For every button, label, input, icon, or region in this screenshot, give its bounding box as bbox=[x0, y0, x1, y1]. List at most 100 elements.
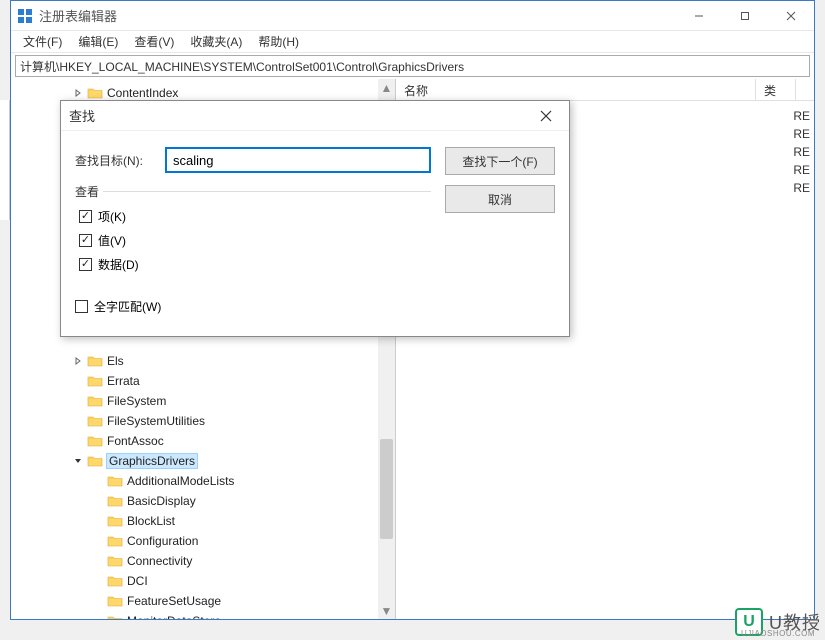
tree-item[interactable]: FileSystem bbox=[11, 391, 395, 411]
tree-label: Els bbox=[107, 354, 124, 368]
menu-favorites[interactable]: 收藏夹(A) bbox=[184, 31, 248, 52]
watermark: U U教授 UJIAOSHOU.COM bbox=[735, 608, 821, 636]
tree-label: FileSystem bbox=[107, 394, 166, 408]
col-name[interactable]: 名称 bbox=[396, 79, 756, 100]
tree-spacer bbox=[91, 474, 105, 488]
find-next-button[interactable]: 查找下一个(F) bbox=[445, 147, 555, 175]
checkbox-data-label: 数据(D) bbox=[98, 256, 139, 273]
app-icon bbox=[17, 8, 33, 24]
tree-item[interactable]: Connectivity bbox=[11, 551, 395, 571]
folder-icon bbox=[87, 454, 103, 468]
tree-item[interactable]: DCI bbox=[11, 571, 395, 591]
cancel-button[interactable]: 取消 bbox=[445, 185, 555, 213]
tree-item[interactable]: MonitorDataStore bbox=[11, 611, 395, 619]
menubar: 文件(F) 编辑(E) 查看(V) 收藏夹(A) 帮助(H) bbox=[11, 31, 814, 53]
menu-file[interactable]: 文件(F) bbox=[17, 31, 68, 52]
find-target-input[interactable] bbox=[165, 147, 431, 173]
tree-spacer bbox=[91, 494, 105, 508]
chevron-right-icon[interactable] bbox=[71, 354, 85, 368]
tree-item[interactable]: AdditionalModeLists bbox=[11, 471, 395, 491]
checkbox-data-row[interactable]: 数据(D) bbox=[79, 252, 427, 276]
dialog-titlebar[interactable]: 查找 bbox=[61, 101, 569, 131]
type-cell-partial: RE bbox=[793, 181, 810, 199]
maximize-button[interactable] bbox=[722, 1, 768, 31]
tree-item[interactable]: BasicDisplay bbox=[11, 491, 395, 511]
tree-item[interactable]: Configuration bbox=[11, 531, 395, 551]
titlebar: 注册表编辑器 bbox=[11, 1, 814, 31]
tree-label: BasicDisplay bbox=[127, 494, 196, 508]
tree-label: DCI bbox=[127, 574, 148, 588]
find-dialog: 查找 查找目标(N): 项(K) 值(V) 数据(D bbox=[60, 100, 570, 337]
window-title: 注册表编辑器 bbox=[39, 6, 117, 25]
folder-icon bbox=[107, 574, 123, 588]
folder-icon bbox=[107, 534, 123, 548]
folder-icon bbox=[87, 86, 103, 100]
scroll-up-arrow[interactable]: ▲ bbox=[378, 79, 395, 96]
menu-edit[interactable]: 编辑(E) bbox=[72, 31, 124, 52]
column-header: 名称 类 bbox=[396, 79, 814, 101]
tree-spacer bbox=[71, 374, 85, 388]
watermark-sub: UJIAOSHOU.COM bbox=[741, 629, 815, 638]
tree-label: BlockList bbox=[127, 514, 175, 528]
tree-item[interactable]: FontAssoc bbox=[11, 431, 395, 451]
look-at-group: 项(K) 值(V) 数据(D) bbox=[75, 191, 431, 282]
tree-item[interactable]: GraphicsDrivers bbox=[11, 451, 395, 471]
tree-label: ContentIndex bbox=[107, 86, 178, 100]
checkbox-values-row[interactable]: 值(V) bbox=[79, 228, 427, 252]
scroll-down-arrow[interactable]: ▼ bbox=[378, 602, 395, 619]
tree-label: GraphicsDrivers bbox=[107, 454, 197, 468]
checkbox-wholeword-row[interactable]: 全字匹配(W) bbox=[75, 294, 431, 318]
col-type[interactable]: 类 bbox=[756, 79, 796, 100]
checkbox-values[interactable] bbox=[79, 234, 92, 247]
checkbox-wholeword[interactable] bbox=[75, 300, 88, 313]
tree-label: Errata bbox=[107, 374, 140, 388]
checkbox-keys-label: 项(K) bbox=[98, 208, 126, 225]
folder-icon bbox=[107, 614, 123, 619]
tree-spacer bbox=[71, 434, 85, 448]
tree-item[interactable]: FeatureSetUsage bbox=[11, 591, 395, 611]
chevron-down-icon[interactable] bbox=[71, 454, 85, 468]
tree-spacer bbox=[91, 514, 105, 528]
address-bar[interactable]: 计算机\HKEY_LOCAL_MACHINE\SYSTEM\ControlSet… bbox=[15, 55, 810, 77]
dialog-close-button[interactable] bbox=[531, 101, 561, 131]
tree-item[interactable]: Errata bbox=[11, 371, 395, 391]
folder-icon bbox=[107, 474, 123, 488]
folder-icon bbox=[87, 374, 103, 388]
checkbox-keys-row[interactable]: 项(K) bbox=[79, 204, 427, 228]
minimize-button[interactable] bbox=[676, 1, 722, 31]
tree-label: AdditionalModeLists bbox=[127, 474, 234, 488]
chevron-right-icon[interactable] bbox=[71, 86, 85, 100]
tree-label: Connectivity bbox=[127, 554, 192, 568]
folder-icon bbox=[107, 554, 123, 568]
tree-item[interactable]: BlockList bbox=[11, 511, 395, 531]
dialog-title: 查找 bbox=[69, 106, 95, 125]
tree-spacer bbox=[91, 614, 105, 619]
type-cell-partial: RE bbox=[793, 127, 810, 145]
folder-icon bbox=[87, 434, 103, 448]
folder-icon bbox=[87, 414, 103, 428]
type-cell-partial: RE bbox=[793, 163, 810, 181]
tree-spacer bbox=[91, 534, 105, 548]
tree-item[interactable]: Els bbox=[11, 351, 395, 371]
close-button[interactable] bbox=[768, 1, 814, 31]
tree-spacer bbox=[91, 574, 105, 588]
tree-label: Configuration bbox=[127, 534, 198, 548]
type-cell-partial: RE bbox=[793, 109, 810, 127]
folder-icon bbox=[87, 354, 103, 368]
tree-item[interactable]: FileSystemUtilities bbox=[11, 411, 395, 431]
folder-icon bbox=[107, 494, 123, 508]
checkbox-keys[interactable] bbox=[79, 210, 92, 223]
tree-spacer bbox=[91, 554, 105, 568]
tree-spacer bbox=[91, 594, 105, 608]
tree-spacer bbox=[71, 414, 85, 428]
checkbox-data[interactable] bbox=[79, 258, 92, 271]
tree-label: FileSystemUtilities bbox=[107, 414, 205, 428]
tree-label: FontAssoc bbox=[107, 434, 164, 448]
tree-label: FeatureSetUsage bbox=[127, 594, 221, 608]
menu-help[interactable]: 帮助(H) bbox=[252, 31, 305, 52]
checkbox-values-label: 值(V) bbox=[98, 232, 126, 249]
scroll-thumb[interactable] bbox=[380, 439, 393, 539]
type-cell-partial: RE bbox=[793, 145, 810, 163]
folder-icon bbox=[107, 514, 123, 528]
menu-view[interactable]: 查看(V) bbox=[128, 31, 180, 52]
